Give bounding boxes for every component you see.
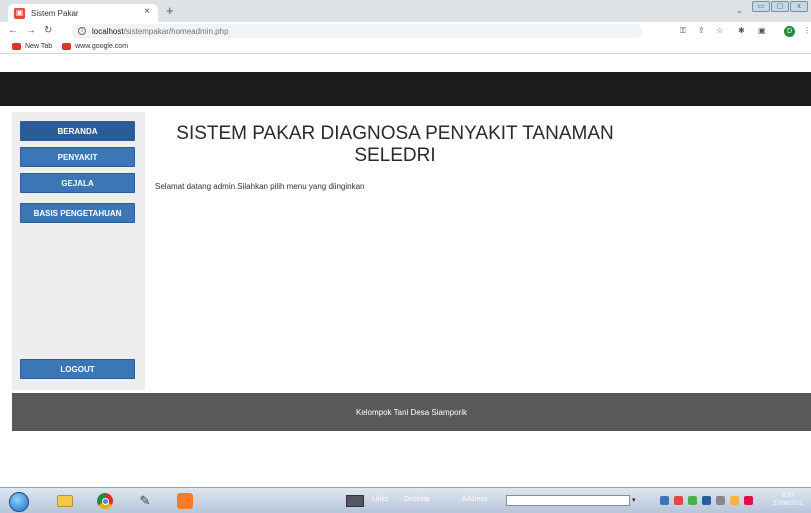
address-bar-row: ← → ↻ i localhost/sistempakar/homeadmin.… bbox=[0, 22, 811, 40]
browser-tab-strip: ▣ Sistem Pakar × + ⌄ ▭ ▢ x bbox=[0, 0, 811, 22]
forward-icon[interactable]: → bbox=[26, 25, 36, 37]
links-toolbar[interactable]: Links bbox=[372, 496, 388, 503]
tab-search-chevron-icon[interactable]: ⌄ bbox=[736, 6, 743, 15]
share-icon[interactable]: ⇪ bbox=[698, 26, 705, 36]
tray-power-icon[interactable] bbox=[730, 496, 739, 505]
url-text: localhost/sistempakar/homeadmin.php bbox=[92, 27, 229, 36]
menu-gejala-button[interactable]: GEJALA bbox=[20, 173, 135, 193]
paint-tool-icon: ✎ bbox=[139, 493, 151, 508]
tray-security-icon[interactable] bbox=[744, 496, 753, 505]
language-icon[interactable] bbox=[346, 495, 364, 507]
bookmark-label: New Tab bbox=[25, 43, 53, 50]
url-field[interactable]: i localhost/sistempakar/homeadmin.php bbox=[72, 24, 642, 38]
tray-volume-icon[interactable] bbox=[716, 496, 725, 505]
page-title: SISTEM PAKAR DIAGNOSA PENYAKIT TANAMAN S… bbox=[175, 123, 615, 167]
desktop-toolbar[interactable]: Desktop bbox=[404, 496, 430, 503]
key-icon[interactable]: ⚿ bbox=[680, 26, 686, 36]
tray-app-icon[interactable] bbox=[688, 496, 697, 505]
new-tab-icon[interactable]: + bbox=[166, 4, 174, 17]
page-title-line2: SELEDRI bbox=[354, 145, 436, 166]
clock-time: 8:37 bbox=[782, 493, 794, 499]
tray-bluetooth-icon[interactable] bbox=[702, 496, 711, 505]
bookmark-google[interactable]: www.google.com bbox=[62, 43, 128, 50]
bookmarks-bar: New Tab www.google.com bbox=[0, 40, 811, 54]
menu-icon[interactable]: ⋮ bbox=[803, 26, 811, 36]
start-button[interactable] bbox=[9, 492, 29, 512]
menu-beranda-button[interactable]: BERANDA bbox=[20, 121, 135, 141]
admin-sidebar: BERANDA PENYAKIT GEJALA BASIS PENGETAHUA… bbox=[12, 112, 145, 390]
sidepanel-icon[interactable]: ▣ bbox=[758, 26, 766, 36]
address-dropdown-icon[interactable]: ▾ bbox=[632, 496, 636, 504]
google-icon bbox=[62, 43, 72, 50]
close-window-icon[interactable]: x bbox=[790, 1, 808, 12]
url-host: localhost bbox=[92, 26, 124, 36]
chrome-center-icon bbox=[101, 497, 109, 505]
tray-network-icon[interactable] bbox=[660, 496, 669, 505]
folder-icon bbox=[57, 495, 73, 507]
tab-title: Sistem Pakar bbox=[31, 8, 79, 18]
taskbar-tool[interactable]: ✎ bbox=[134, 491, 156, 511]
tab-close-icon[interactable]: × bbox=[144, 7, 150, 17]
taskbar-chrome[interactable] bbox=[94, 491, 116, 511]
url-path: /sistempakar/homeadmin.php bbox=[123, 26, 229, 36]
clock-date: 27/06/2021 bbox=[772, 501, 804, 507]
taskbar-explorer[interactable] bbox=[54, 491, 76, 511]
reload-icon[interactable]: ↻ bbox=[44, 25, 52, 37]
minimize-icon[interactable]: ▭ bbox=[752, 1, 770, 12]
maximize-icon[interactable]: ▢ bbox=[771, 1, 789, 12]
bookmark-new-tab[interactable]: New Tab bbox=[12, 43, 52, 50]
extensions-icon[interactable]: ✱ bbox=[738, 26, 745, 36]
address-toolbar-label: Address bbox=[462, 496, 488, 503]
tray-xampp-icon[interactable] bbox=[674, 496, 683, 505]
xampp-favicon-icon: ▣ bbox=[14, 7, 25, 19]
page-header-bar bbox=[0, 72, 811, 106]
page-footer: Kelompok Tani Desa Siamporik bbox=[12, 393, 811, 431]
logout-button[interactable]: LOGOUT bbox=[20, 359, 135, 379]
xampp-icon bbox=[177, 493, 193, 509]
bookmark-label: www.google.com bbox=[75, 43, 129, 50]
address-toolbar-input[interactable] bbox=[506, 495, 630, 506]
menu-basis-pengetahuan-button[interactable]: BASIS PENGETAHUAN bbox=[20, 203, 135, 223]
window-controls: ▭ ▢ x bbox=[752, 1, 808, 12]
back-icon[interactable]: ← bbox=[8, 25, 18, 37]
taskbar-clock[interactable]: 8:37 27/06/2021 bbox=[768, 492, 808, 508]
star-icon[interactable]: ☆ bbox=[716, 26, 723, 36]
browser-tab[interactable]: ▣ Sistem Pakar × bbox=[8, 4, 158, 22]
page-title-line1: SISTEM PAKAR DIAGNOSA PENYAKIT TANAMAN bbox=[176, 123, 614, 144]
info-icon[interactable]: i bbox=[78, 27, 86, 35]
os-taskbar: ✎ Links Desktop Address ▾ 8:37 27/06/202… bbox=[0, 487, 811, 513]
taskbar-xampp[interactable] bbox=[174, 491, 196, 511]
menu-penyakit-button[interactable]: PENYAKIT bbox=[20, 147, 135, 167]
profile-avatar[interactable]: D bbox=[784, 26, 795, 37]
welcome-message: Selamat datang admin.Silahkan pilih menu… bbox=[155, 182, 365, 191]
chrome-icon bbox=[97, 493, 113, 509]
footer-text: Kelompok Tani Desa Siamporik bbox=[355, 407, 467, 417]
tab-icon bbox=[12, 43, 21, 50]
